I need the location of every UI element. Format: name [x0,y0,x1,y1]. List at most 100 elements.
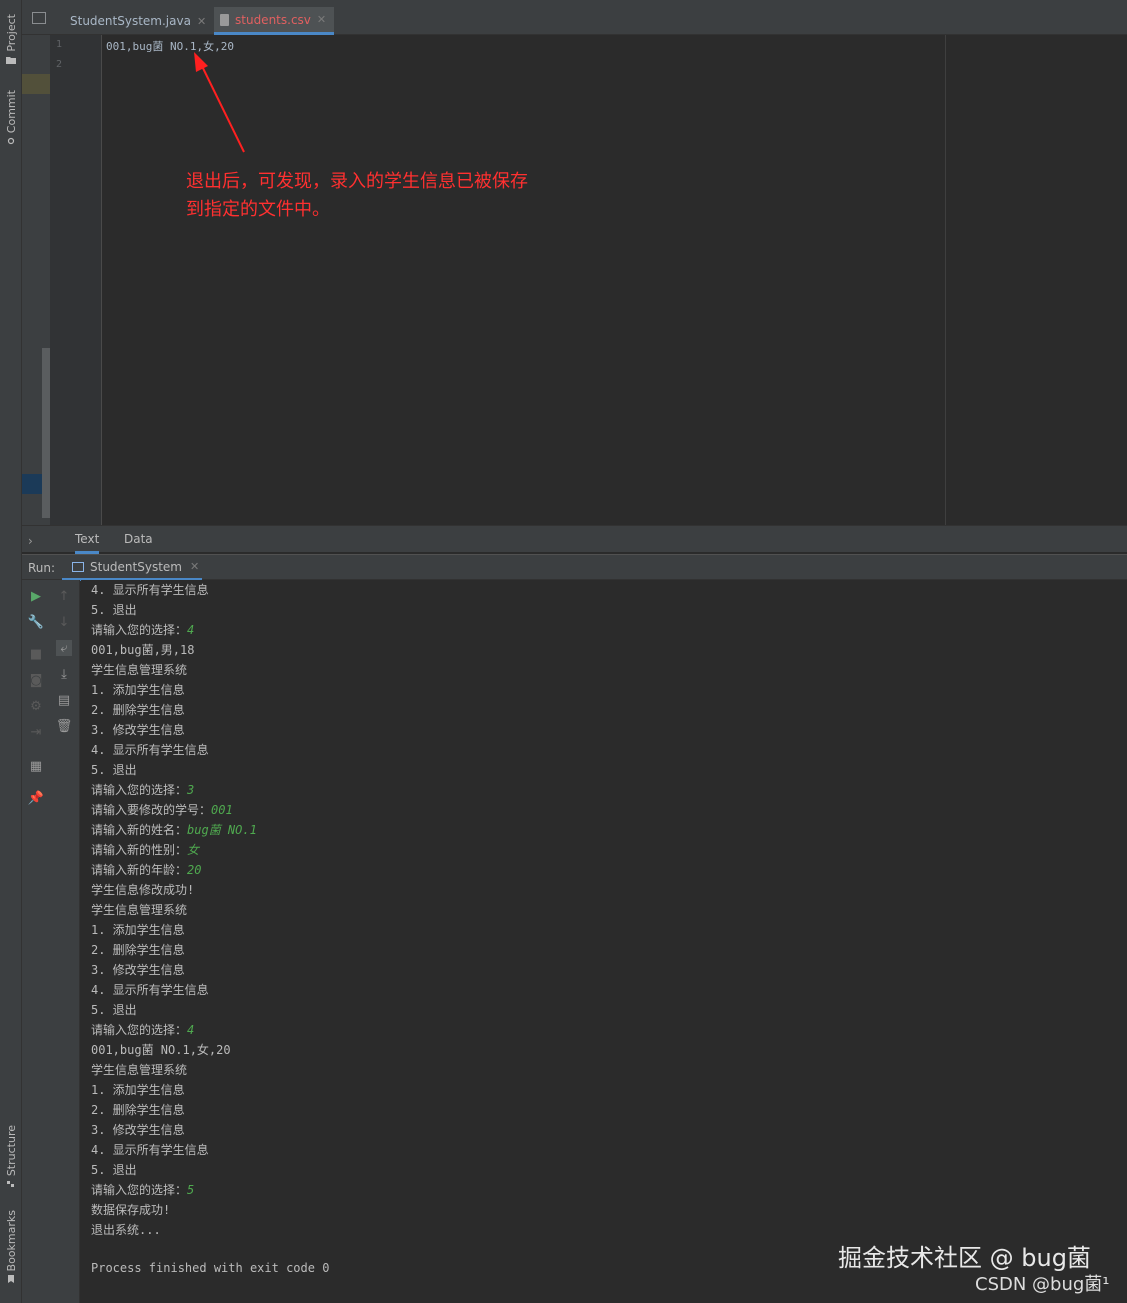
console-line: 学生信息管理系统 [91,661,187,678]
console-user-input: 5 [187,1183,195,1197]
console-text: 2. 删除学生信息 [91,703,185,717]
console-line: 4. 显示所有学生信息 [91,741,209,758]
console-text: 5. 退出 [91,1163,137,1177]
watermark: CSDN @bug菌¹ [975,1274,1110,1295]
wrench-icon[interactable]: 🔧 [28,614,44,630]
console-output[interactable]: 4. 显示所有学生信息 5. 退出 请输入您的选择：4 001,bug菌,男,18 学生… [81,580,1127,1303]
console-text: 5. 退出 [91,603,137,617]
console-text: 5. 退出 [91,763,137,777]
console-text: 4. 显示所有学生信息 [91,1143,209,1157]
line-number: 2 [56,59,63,70]
console-text: 5. 退出 [91,1003,137,1017]
tab-data[interactable]: Data [124,532,153,546]
print-icon[interactable]: ▤ [56,692,72,708]
structure-tool-tab[interactable]: Structure [2,1125,20,1188]
chevron-right-icon[interactable]: › [28,534,33,548]
run-tools-column: ▶ ↑ 🔧 ↓ ■ ⤶ ⤓ ◙ ▤ ⚙ 🗑 ⇥ ▦ 📌 [22,580,80,1303]
run-tab-studentsystem[interactable]: StudentSystem ✕ [62,555,202,581]
console-text: 2. 删除学生信息 [91,1103,185,1117]
console-line: 退出系统... [91,1221,161,1238]
console-line: 请输入您的选择：4 [91,1021,194,1038]
stop-icon[interactable]: ■ [28,646,44,662]
console-text: 4. 显示所有学生信息 [91,743,209,757]
editor-tab-bar: StudentSystem.java ✕ students.csv ✕ [22,0,1127,35]
console-line: 5. 退出 [91,1161,137,1178]
tab-students-csv[interactable]: students.csv ✕ [214,7,334,35]
console-text: 3. 修改学生信息 [91,963,185,977]
tab-text[interactable]: Text [75,532,100,554]
commit-tool-tab[interactable]: Commit [2,90,20,145]
console-line: 001,bug菌 NO.1,女,20 [91,1041,231,1058]
right-margin-guide [945,35,946,525]
pin-icon[interactable]: 📌 [28,790,44,806]
annotation-line: 到指定的文件中。 [186,199,330,220]
project-tab-label: Project [4,14,18,52]
console-line: 3. 修改学生信息 [91,961,185,978]
console-line: 2. 删除学生信息 [91,941,185,958]
console-text: 3. 修改学生信息 [91,723,185,737]
console-line: 2. 删除学生信息 [91,1101,185,1118]
console-line: 4. 显示所有学生信息 [91,581,209,598]
structure-tab-label: Structure [4,1125,18,1177]
console-user-input: 20 [187,863,202,877]
annotation-line: 退出后，可发现，录入的学生信息已被保存 [186,171,528,192]
console-user-input: 4 [187,1023,195,1037]
console-line: 5. 退出 [91,761,137,778]
run-toolbar: Run: StudentSystem ✕ [22,554,1127,581]
close-icon[interactable]: ✕ [190,560,199,573]
console-line: 4. 显示所有学生信息 [91,981,209,998]
settings-icon[interactable]: ⚙ [28,698,44,714]
arrow-up-icon[interactable]: ↑ [56,588,72,604]
bookmarks-tool-tab[interactable]: Bookmarks [2,1210,20,1284]
scroll-to-end-icon[interactable]: ⤓ [56,666,72,682]
gutter-selection [22,474,42,494]
bookmark-icon [8,1275,14,1284]
console-line: 请输入您的选择：5 [91,1181,194,1198]
console-line: 1. 添加学生信息 [91,681,185,698]
camera-icon[interactable]: ◙ [28,672,44,688]
console-text: 学生信息管理系统 [91,903,188,917]
soft-wrap-icon[interactable]: ⤶ [56,640,72,656]
console-text: 1. 添加学生信息 [91,683,185,697]
close-icon[interactable]: ✕ [317,13,326,26]
project-tool-tab[interactable]: Project [2,14,20,64]
console-text: 学生信息管理系统 [91,663,188,677]
console-line: Process finished with exit code 0 [91,1261,329,1275]
console-text: 请输入要修改的学号： [91,803,212,817]
console-line: 1. 添加学生信息 [91,1081,185,1098]
tab-label: students.csv [235,12,311,27]
console-text: 请输入您的选择： [91,1023,188,1037]
console-text: 请输入新的姓名： [91,823,188,837]
editor-layout-icon[interactable] [32,12,46,24]
console-line: 5. 退出 [91,1001,137,1018]
panel-scrollbar[interactable] [42,348,50,518]
console-line: 请输入新的性别：女 [91,841,199,858]
annotation-text: 退出后，可发现，录入的学生信息已被保存 到指定的文件中。 [186,168,528,224]
console-text: 请输入您的选择： [91,783,188,797]
console-text: Process finished with exit code 0 [91,1261,330,1275]
structure-icon [7,1181,14,1188]
console-user-input: 4 [187,623,195,637]
exit-icon[interactable]: ⇥ [28,724,44,740]
arrow-down-icon[interactable]: ↓ [56,614,72,630]
console-line: 4. 显示所有学生信息 [91,1141,209,1158]
console-line: 学生信息修改成功! [91,881,194,898]
console-line: 请输入您的选择：4 [91,621,194,638]
console-line: 学生信息管理系统 [91,901,187,918]
console-line: 请输入您的选择：3 [91,781,194,798]
console-line: 请输入新的姓名：bug菌 NO.1 [91,821,257,838]
console-line: 3. 修改学生信息 [91,721,185,738]
console-text: 4. 显示所有学生信息 [91,983,209,997]
console-icon [72,561,84,572]
layout-icon[interactable]: ▦ [28,758,44,774]
console-line: 1. 添加学生信息 [91,921,185,938]
trash-icon[interactable]: 🗑 [56,718,73,734]
console-text: 请输入您的选择： [91,1183,188,1197]
console-text: 1. 添加学生信息 [91,1083,185,1097]
tab-studentsystem-java[interactable]: StudentSystem.java ✕ [58,7,210,35]
console-line: 请输入新的年龄：20 [91,861,201,878]
console-text: 2. 删除学生信息 [91,943,185,957]
console-line: 学生信息管理系统 [91,1061,187,1078]
close-icon[interactable]: ✕ [197,15,206,28]
rerun-icon[interactable]: ▶ [28,588,44,604]
